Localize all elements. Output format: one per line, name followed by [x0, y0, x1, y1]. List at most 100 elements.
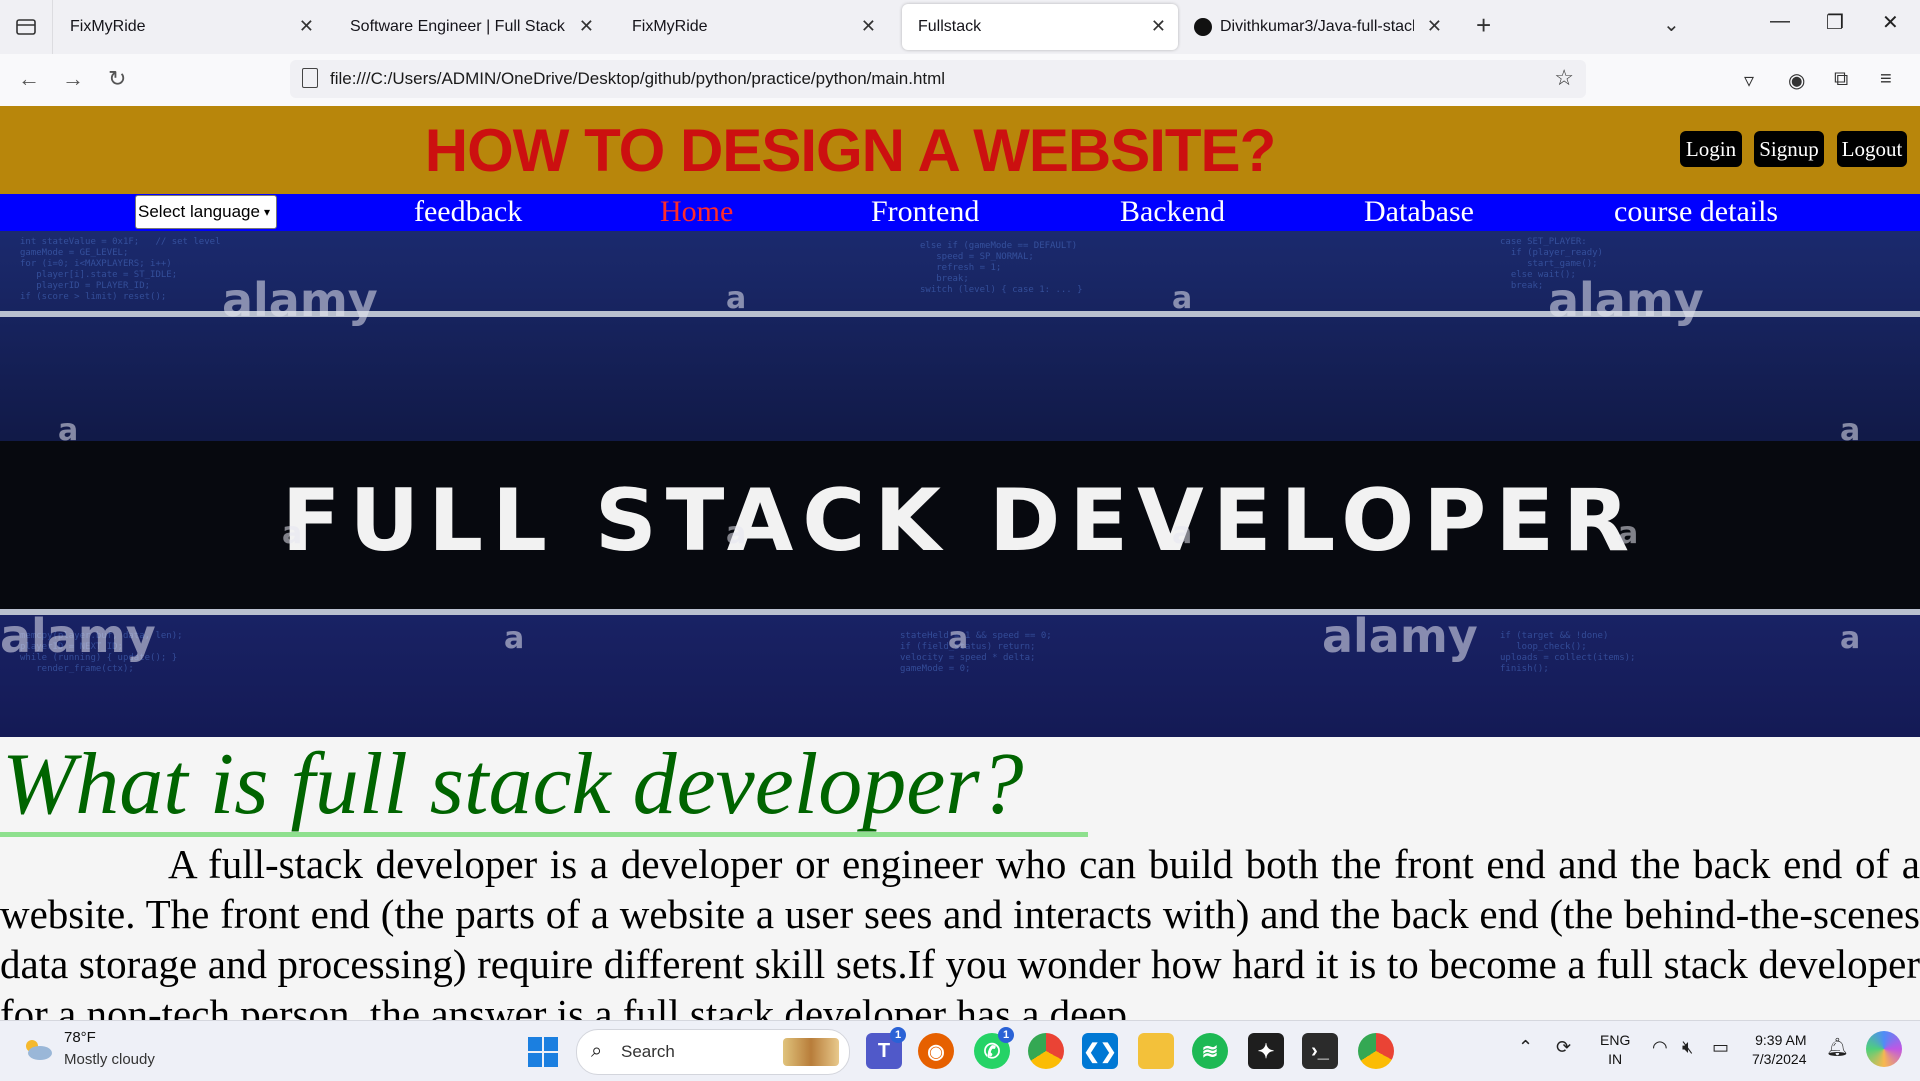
pocket-icon[interactable]: ▿: [1744, 68, 1754, 93]
chrome-icon[interactable]: [1028, 1033, 1064, 1069]
tab-strip: FixMyRide ✕ Software Engineer | Full Sta…: [0, 0, 1920, 55]
tab-title: Divithkumar3/Java-full-stack: Full: [1220, 18, 1414, 35]
chevron-down-icon: ▾: [263, 205, 270, 219]
cloud-sun-icon: [26, 1040, 52, 1060]
close-window-icon[interactable]: ✕: [1882, 10, 1899, 35]
close-tab-icon[interactable]: ✕: [579, 16, 594, 37]
clock-time: 9:39 AM: [1755, 1032, 1807, 1048]
sync-icon[interactable]: ⟳: [1556, 1037, 1571, 1058]
restore-icon[interactable]: ❐: [1826, 10, 1844, 35]
tab-title: Software Engineer | Full Stack Developer: [350, 18, 566, 35]
watermark-letter: a: [504, 621, 525, 656]
close-tab-icon[interactable]: ✕: [861, 16, 876, 37]
tab-fixmyride-1[interactable]: FixMyRide ✕: [54, 4, 326, 50]
tab-fixmyride-2[interactable]: FixMyRide ✕: [616, 4, 888, 50]
watermark-letter: a: [282, 516, 303, 551]
tab-github-repo[interactable]: Divithkumar3/Java-full-stack: Full ✕: [1178, 4, 1454, 50]
tab-list-icon: [16, 19, 36, 35]
chevron-up-icon[interactable]: ⌃: [1518, 1037, 1533, 1058]
code-texture: if (target && !done) loop_check(); uploa…: [1500, 631, 1636, 674]
start-button[interactable]: [528, 1037, 558, 1067]
search-icon: ⌕: [591, 1040, 603, 1062]
notification-badge: 1: [998, 1027, 1014, 1043]
code-texture: stateHeld = 1 && speed == 0; if (field_s…: [900, 631, 1052, 674]
notification-bell-icon[interactable]: 🔔︎: [1826, 1037, 1849, 1058]
tab-fullstack[interactable]: Fullstack ✕: [902, 4, 1178, 50]
menu-item-home[interactable]: Home: [660, 195, 733, 229]
terminal-icon[interactable]: ›_: [1302, 1033, 1338, 1069]
minimize-icon[interactable]: —: [1770, 10, 1790, 33]
tab-title: FixMyRide: [70, 18, 146, 35]
copilot-icon[interactable]: [1866, 1031, 1902, 1067]
bookmark-star-icon[interactable]: ☆: [1554, 65, 1574, 91]
new-tab-plus-icon[interactable]: +: [1476, 10, 1491, 41]
figma-icon[interactable]: ✦: [1248, 1033, 1284, 1069]
account-icon[interactable]: ◉: [1788, 68, 1805, 93]
clock-date: 7/3/2024: [1752, 1051, 1807, 1067]
teams-icon[interactable]: T1: [866, 1027, 906, 1069]
forward-arrow-icon[interactable]: →: [62, 66, 84, 92]
vscode-icon[interactable]: ❮❯: [1082, 1033, 1118, 1069]
intro-paragraph: A full-stack developer is a developer or…: [0, 841, 1920, 1020]
battery-icon[interactable]: ▭: [1712, 1037, 1729, 1058]
web-page: HOW TO DESIGN A WEBSITE? Login Signup Lo…: [0, 106, 1920, 1020]
watermark-text: alamy: [0, 609, 156, 663]
signup-button[interactable]: Signup: [1754, 131, 1824, 167]
watermark-letter: a: [948, 621, 969, 656]
file-explorer-icon[interactable]: [1138, 1033, 1174, 1069]
menu-item-course-details[interactable]: course details: [1614, 195, 1778, 229]
system-clock[interactable]: 9:39 AM 7/3/2024: [1752, 1031, 1807, 1069]
search-label: Search: [621, 1042, 675, 1061]
taskbar-search[interactable]: ⌕ Search: [576, 1029, 850, 1075]
close-tab-icon[interactable]: ✕: [1427, 16, 1442, 37]
tab-title: Fullstack: [918, 18, 982, 35]
close-tab-icon[interactable]: ✕: [1151, 16, 1166, 37]
watermark-letter: a: [1840, 413, 1861, 448]
login-button[interactable]: Login: [1680, 131, 1742, 167]
watermark-letter: a: [726, 281, 747, 316]
watermark-letter: a: [1840, 621, 1861, 656]
menu-item-frontend[interactable]: Frontend: [871, 195, 979, 229]
watermark-text: alamy: [1548, 273, 1704, 327]
chevron-down-icon[interactable]: ⌄: [1663, 12, 1680, 37]
tab-title: FixMyRide: [632, 18, 708, 35]
main-menu: Select language ▾ feedback Home Frontend…: [0, 194, 1920, 231]
heading-underline: [0, 832, 1088, 837]
reload-icon[interactable]: ↻: [108, 66, 126, 92]
hero-stripe: [0, 609, 1920, 615]
wifi-icon[interactable]: ◠: [1652, 1037, 1668, 1058]
whatsapp-icon[interactable]: ✆ 1: [974, 1027, 1014, 1069]
menu-item-backend[interactable]: Backend: [1120, 195, 1225, 229]
weather-temperature[interactable]: 78°F: [64, 1029, 96, 1046]
close-tab-icon[interactable]: ✕: [299, 16, 314, 37]
list-all-tabs-button[interactable]: [0, 0, 53, 54]
chrome-profile-icon[interactable]: [1358, 1033, 1394, 1069]
url-text[interactable]: file:///C:/Users/ADMIN/OneDrive/Desktop/…: [330, 69, 945, 89]
watermark-letter: a: [1172, 516, 1193, 551]
watermark-text: alamy: [1322, 609, 1478, 663]
spotify-icon[interactable]: ≋: [1192, 1033, 1228, 1069]
hero-image: int stateValue = 0x1F; // set level game…: [0, 231, 1920, 737]
code-texture: else if (gameMode == DEFAULT) speed = SP…: [920, 241, 1083, 295]
weather-description[interactable]: Mostly cloudy: [64, 1051, 155, 1068]
menu-item-database[interactable]: Database: [1364, 195, 1474, 229]
address-bar[interactable]: file:///C:/Users/ADMIN/OneDrive/Desktop/…: [290, 60, 1586, 98]
language-select[interactable]: Select language ▾: [135, 195, 277, 229]
watermark-letter: a: [726, 516, 747, 551]
language-select-label: Select language: [138, 202, 260, 221]
site-title: HOW TO DESIGN A WEBSITE?: [424, 117, 1276, 184]
extensions-icon[interactable]: ⧉: [1834, 68, 1848, 91]
back-arrow-icon[interactable]: ←: [18, 66, 40, 92]
menu-item-feedback[interactable]: feedback: [414, 195, 522, 229]
watermark-letter: a: [1172, 281, 1193, 316]
code-texture: int stateValue = 0x1F; // set level game…: [20, 237, 221, 302]
input-language-indicator[interactable]: ENG IN: [1600, 1031, 1630, 1069]
menu-hamburger-icon[interactable]: ≡: [1880, 68, 1892, 91]
tab-software-engineer[interactable]: Software Engineer | Full Stack Developer…: [334, 4, 606, 50]
logout-button[interactable]: Logout: [1837, 131, 1907, 167]
search-highlight-image: [783, 1038, 839, 1066]
taskbar: 78°F Mostly cloudy ⌕ Search T1 ◉ ✆ 1 ❮❯ ≋…: [0, 1020, 1920, 1081]
firefox-icon[interactable]: ◉: [918, 1033, 954, 1069]
navigation-toolbar: ← → ↻ file:///C:/Users/ADMIN/OneDrive/De…: [0, 54, 1920, 107]
speaker-muted-icon[interactable]: 🔇︎: [1682, 1037, 1693, 1058]
